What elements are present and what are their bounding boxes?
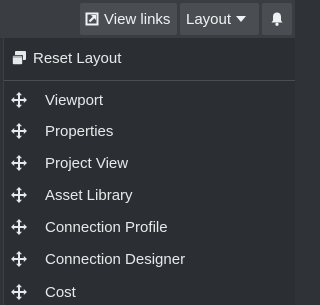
menu-item-cost[interactable]: Cost (11, 280, 281, 304)
menu-item-label: Project View (45, 154, 129, 172)
menu-item-properties[interactable]: Properties (11, 119, 281, 143)
menu-item-label: Properties (45, 122, 114, 140)
menu-item-label: Connection Designer (45, 250, 186, 268)
reset-layout-item[interactable]: Reset Layout (11, 46, 121, 70)
layout-menu: Reset Layout Viewport Properties Project… (3, 38, 295, 305)
notifications-button[interactable] (262, 3, 292, 35)
menu-item-label: Connection Profile (45, 218, 168, 236)
menu-item-project-view[interactable]: Project View (11, 151, 281, 175)
layout-dropdown-button[interactable]: Layout (180, 3, 259, 35)
move-arrows-icon (11, 251, 27, 267)
external-link-icon (85, 12, 99, 26)
menu-item-connection-profile[interactable]: Connection Profile (11, 215, 281, 239)
reset-layout-label: Reset Layout (33, 49, 122, 67)
menu-divider (4, 80, 295, 81)
menu-item-asset-library[interactable]: Asset Library (11, 183, 281, 207)
move-arrows-icon (11, 123, 27, 139)
menu-item-label: Viewport (45, 91, 104, 109)
move-arrows-icon (11, 155, 27, 171)
move-arrows-icon (11, 219, 27, 235)
menu-item-connection-designer[interactable]: Connection Designer (11, 247, 281, 271)
layout-label: Layout (186, 10, 232, 28)
menu-item-viewport[interactable]: Viewport (11, 88, 281, 112)
caret-down-icon (236, 16, 247, 22)
top-toolbar: View links Layout (0, 0, 295, 38)
move-arrows-icon (11, 92, 27, 108)
move-arrows-icon (11, 284, 27, 300)
menu-item-label: Asset Library (45, 186, 133, 204)
bell-icon (271, 12, 283, 26)
view-links-label: View links (104, 10, 171, 28)
windows-stack-icon (12, 51, 26, 65)
move-arrows-icon (11, 187, 27, 203)
view-links-button[interactable]: View links (80, 3, 177, 35)
menu-item-label: Cost (45, 283, 76, 301)
